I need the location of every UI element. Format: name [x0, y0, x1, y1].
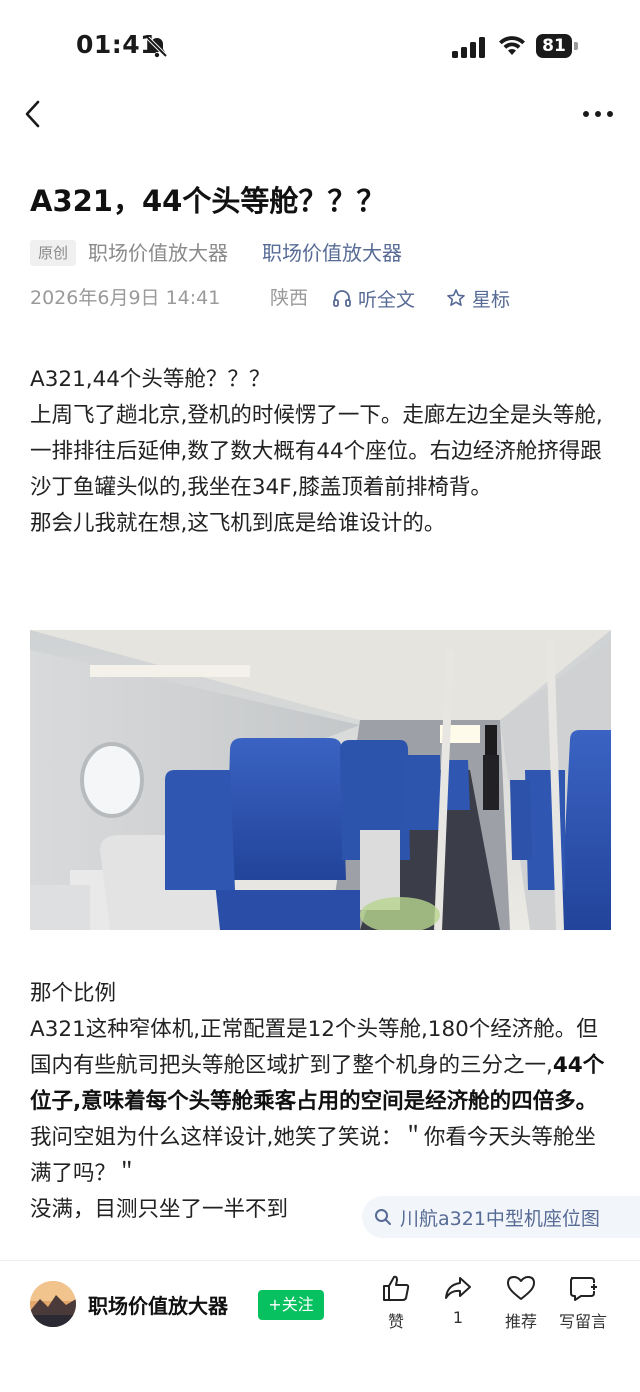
- star-label: 星标: [472, 288, 511, 311]
- bell-off-icon: [146, 36, 168, 58]
- paragraph-line: A321,44个头等舱？？？: [30, 367, 271, 392]
- article-paragraph-ratio: 那个比例 A321这种窄体机,正常配置是12个头等舱,180个经济舱。但国内有些…: [30, 976, 614, 1228]
- paragraph-line: 我问空姐为什么这样设计,她笑了笑说：＂你看今天头等舱坐满了吗？＂: [30, 1125, 596, 1186]
- cabin-photo[interactable]: [30, 630, 611, 930]
- wifi-icon: [499, 36, 525, 55]
- search-icon: [375, 1209, 391, 1225]
- share-icon: [445, 1277, 471, 1299]
- recommend-button[interactable]: 推荐: [493, 1274, 549, 1332]
- paragraph-body: A321这种窄体机,正常配置是12个头等舱,180个经济舱。但国内有些航司把头等…: [30, 1012, 614, 1120]
- article-paragraph-intro: A321,44个头等舱？？？ 上周飞了趟北京,登机的时候愣了一下。走廊左边全是头…: [30, 362, 614, 542]
- more-options-button[interactable]: [580, 104, 616, 124]
- section-heading: 那个比例: [30, 981, 117, 1006]
- back-button[interactable]: [18, 96, 48, 132]
- share-button[interactable]: 1: [430, 1274, 486, 1327]
- search-query: 川航a321中型机座位图: [400, 1207, 600, 1230]
- headphones-icon: [333, 290, 351, 307]
- recommend-label: 推荐: [504, 1312, 537, 1331]
- comment-label: 写留言: [558, 1312, 607, 1331]
- thumbs-up-icon: [383, 1275, 410, 1301]
- heart-icon: [507, 1276, 535, 1300]
- comment-button[interactable]: 写留言: [553, 1274, 613, 1332]
- share-count: 1: [452, 1308, 464, 1327]
- battery-nub: [574, 42, 578, 50]
- article-title: A321，44个头等舱？？？: [30, 184, 386, 218]
- paragraph-text: A321这种窄体机,正常配置是12个头等舱,180个经济舱。但国内有些航司把头等…: [30, 1017, 598, 1078]
- listen-label: 听全文: [358, 288, 416, 311]
- battery-indicator: 81: [536, 34, 580, 58]
- follow-button[interactable]: +关注: [258, 1290, 324, 1320]
- listen-button[interactable]: 听全文: [332, 285, 415, 311]
- star-button[interactable]: 星标: [446, 285, 510, 311]
- paragraph-line: 上周飞了趟北京,登机的时候愣了一下。走廊左边全是头等舱,一排排往后延伸,数了数大…: [30, 403, 603, 500]
- paragraph-line: 那会儿我就在想,这飞机到底是给谁设计的。: [30, 511, 446, 536]
- author-name: 职场价值放大器: [88, 241, 228, 265]
- like-label: 赞: [387, 1312, 404, 1331]
- cellular-signal-icon: [452, 37, 485, 58]
- comment-icon: [570, 1277, 597, 1301]
- original-badge: 原创: [30, 240, 76, 266]
- publish-location: 陕西: [270, 287, 309, 309]
- battery-level: 81: [542, 36, 566, 56]
- bottom-author-name[interactable]: 职场价值放大器: [88, 1290, 228, 1319]
- star-icon: [447, 289, 465, 307]
- account-link[interactable]: 职场价值放大器: [262, 240, 402, 266]
- author-avatar[interactable]: [30, 1281, 76, 1327]
- publish-date: 2026年6月9日 14:41: [30, 287, 221, 309]
- like-button[interactable]: 赞: [368, 1274, 424, 1332]
- related-search-chip[interactable]: 川航a321中型机座位图: [362, 1196, 640, 1238]
